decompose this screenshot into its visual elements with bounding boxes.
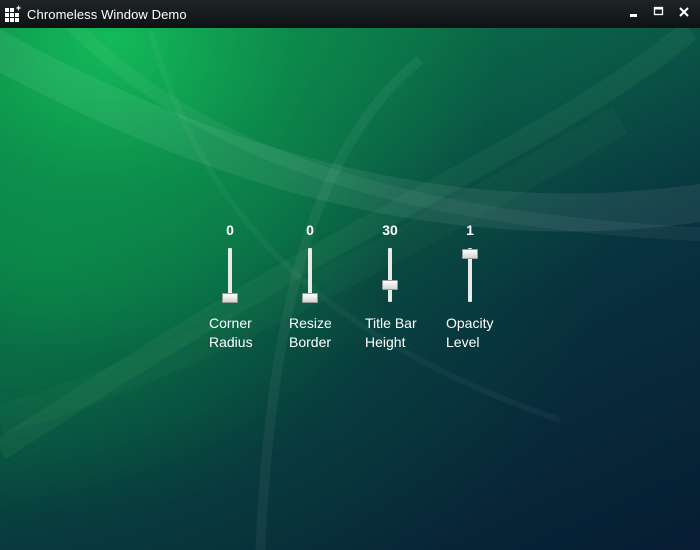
resize-border-label: Resize Border [289,315,332,350]
slider-panel: 0 Corner Radius 0 Resize Border 30 Title… [200,222,520,362]
opacity-level-label: Opacity Level [446,315,494,350]
maximize-icon [653,3,665,22]
resize-border-thumb[interactable] [302,293,318,303]
close-icon [678,3,690,22]
opacity-level-thumb[interactable] [462,249,478,259]
app-grid-icon [3,4,23,24]
window-title: Chromeless Window Demo [27,6,187,22]
corner-radius-value: 0 [226,222,234,238]
resize-border-value: 0 [306,222,314,238]
title-bar[interactable]: Chromeless Window Demo [0,0,700,28]
chromeless-window: Chromeless Window Demo 0 Corner Radius 0… [0,0,700,550]
corner-radius-track[interactable] [222,248,238,303]
opacity-level-track[interactable] [462,248,478,302]
corner-radius-thumb[interactable] [222,293,238,303]
close-button[interactable] [671,0,696,24]
minimize-icon [628,3,640,22]
title-bar-height-label: Title Bar Height [365,315,417,350]
maximize-button[interactable] [646,0,671,24]
title-bar-height-track[interactable] [382,248,398,302]
title-bar-height-thumb[interactable] [382,279,398,290]
resize-border-track[interactable] [302,248,318,303]
minimize-button[interactable] [621,0,646,24]
corner-radius-label: Corner Radius [209,315,253,350]
opacity-level-value: 1 [466,222,474,238]
title-bar-height-value: 30 [382,222,398,238]
window-controls [621,0,696,24]
